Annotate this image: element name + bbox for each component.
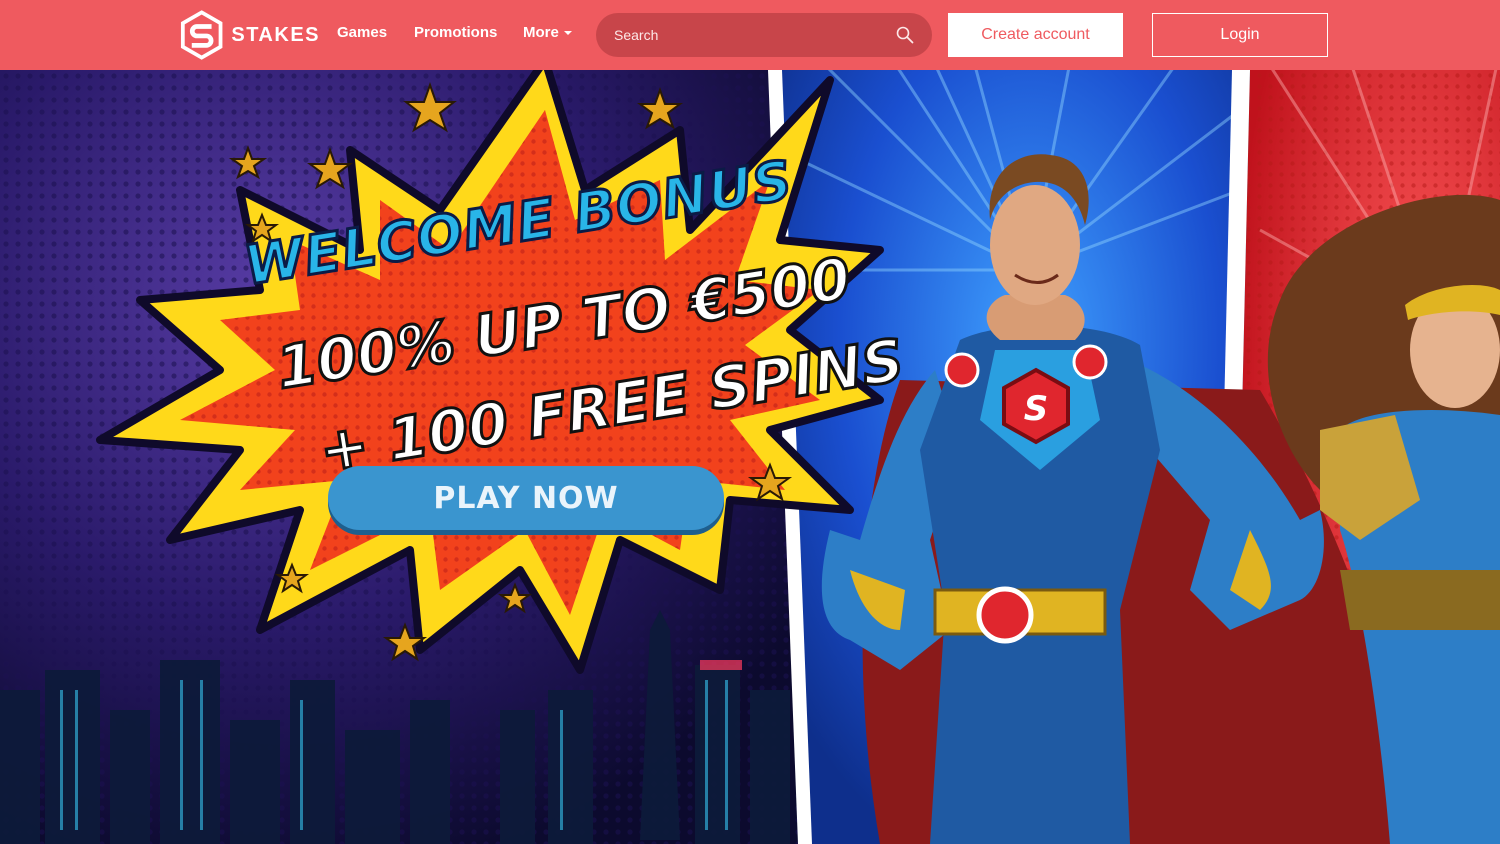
chevron-down-icon [563, 31, 572, 36]
brand-name: STAKES [231, 23, 320, 46]
stakes-logo-icon [180, 10, 223, 60]
create-account-button[interactable]: Create account [948, 13, 1123, 57]
nav-more-label: More [523, 24, 559, 41]
login-button[interactable]: Login [1152, 13, 1328, 57]
hero-banner[interactable]: S WELCOME BONUS 100% UP TO €500 + 100 FR… [0, 70, 1500, 844]
search-input[interactable] [614, 13, 884, 57]
search-icon[interactable] [896, 26, 914, 44]
play-now-button[interactable]: PLAY NOW [328, 466, 724, 530]
nav-games[interactable]: Games [337, 24, 387, 41]
brand-logo[interactable]: STAKES [180, 9, 320, 61]
nav-promotions[interactable]: Promotions [414, 24, 497, 41]
top-navbar: STAKES Games Promotions More Create acco… [0, 0, 1500, 70]
search-bar [596, 13, 932, 57]
nav-more-dropdown[interactable]: More [523, 24, 572, 41]
svg-text:S: S [1024, 389, 1049, 429]
